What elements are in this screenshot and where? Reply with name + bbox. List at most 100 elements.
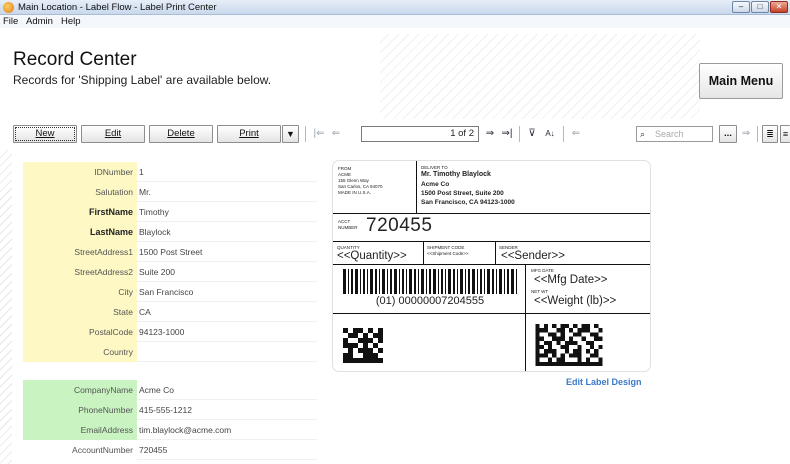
from-line: 155 Glenn Way <box>338 178 369 183</box>
mfg-value: <<Mfg Date>> <box>534 274 608 286</box>
page-title: Record Center <box>13 49 137 70</box>
field-value-postalcode[interactable]: 94123-1000 <box>137 322 317 342</box>
deliver-line: San Francisco, CA 94123-1000 <box>421 199 515 206</box>
field-value-state[interactable]: CA <box>137 302 317 322</box>
toolbar-separator <box>305 126 306 142</box>
field-value-city[interactable]: San Francisco <box>137 282 317 302</box>
from-caption: FROM <box>338 166 352 171</box>
last-record-icon[interactable]: ⇒| <box>499 125 515 143</box>
filter-icon[interactable]: ⊽ <box>525 125 539 143</box>
list-view-icon[interactable]: ≡ <box>780 125 790 143</box>
field-value-idnumber[interactable]: 1 <box>137 162 317 182</box>
field-value-lastname[interactable]: Blaylock <box>137 222 317 242</box>
field-row: FirstName Timothy <box>23 202 317 222</box>
field-label: City <box>23 282 137 302</box>
field-value-streetaddress1[interactable]: 1500 Post Street <box>137 242 317 262</box>
print-dropdown-icon[interactable]: ▼ <box>282 125 299 143</box>
close-button[interactable]: ✕ <box>770 1 788 13</box>
quantity-value: <<Quantity>> <box>337 250 407 262</box>
deliver-line: Acme Co <box>421 181 450 188</box>
field-value-phonenumber[interactable]: 415-555-1212 <box>137 400 317 420</box>
title-bar: Main Location - Label Flow - Label Print… <box>0 0 790 15</box>
menu-admin[interactable]: Admin <box>26 16 53 27</box>
field-row: AccountNumber 720455 <box>23 440 317 460</box>
main-menu-button[interactable]: Main Menu <box>699 63 783 99</box>
more-options-button[interactable]: ... <box>719 125 737 143</box>
field-label: AccountNumber <box>23 440 137 460</box>
form-view-icon[interactable]: ≣ <box>762 125 778 143</box>
field-row: EmailAddress tim.blaylock@acme.com <box>23 420 317 440</box>
2d-barcode-large <box>535 324 603 366</box>
weight-value: <<Weight (lb)>> <box>534 295 617 307</box>
barcode-text: (01) 00000007204555 <box>375 295 485 307</box>
print-button[interactable]: Print <box>217 125 281 143</box>
label-divider <box>416 161 417 213</box>
menu-file[interactable]: File <box>3 16 18 27</box>
edit-button[interactable]: Edit <box>81 125 145 143</box>
field-row: Salutation Mr. <box>23 182 317 202</box>
previous-record-icon[interactable]: ⇐ <box>329 125 343 143</box>
new-button[interactable]: New <box>13 125 77 143</box>
from-line: ACME <box>338 172 352 177</box>
print-button-label: Print <box>239 128 259 139</box>
edit-label-design-link[interactable]: Edit Label Design <box>566 377 642 387</box>
label-divider <box>333 313 650 314</box>
next-record-icon[interactable]: ⇒ <box>483 125 497 143</box>
first-record-icon[interactable]: |⇐ <box>312 125 326 143</box>
field-value-accountnumber[interactable]: 720455 <box>137 440 317 460</box>
field-value-companyname[interactable]: Acme Co <box>137 380 317 400</box>
field-value-emailaddress[interactable]: tim.blaylock@acme.com <box>137 420 317 440</box>
field-label: CompanyName <box>23 380 137 400</box>
field-row: City San Francisco <box>23 282 317 302</box>
field-row: StreetAddress2 Suite 200 <box>23 262 317 282</box>
binoculars-icon: ⌕ <box>640 129 646 139</box>
field-row: IDNumber 1 <box>23 162 317 182</box>
search-input[interactable]: ⌕ Search <box>636 126 713 142</box>
2d-barcode-small <box>343 328 383 363</box>
field-value-streetaddress2[interactable]: Suite 200 <box>137 262 317 282</box>
label-divider <box>495 242 496 264</box>
field-value-country[interactable] <box>137 342 317 362</box>
delete-button-label: Delete <box>167 128 195 139</box>
search-next-icon[interactable]: ⇒ <box>739 125 753 143</box>
field-label: StreetAddress2 <box>23 262 137 282</box>
field-label: IDNumber <box>23 162 137 182</box>
acct-caption: ACCT <box>338 219 351 224</box>
field-label: EmailAddress <box>23 420 137 440</box>
field-row: PhoneNumber 415-555-1212 <box>23 400 317 420</box>
field-value-firstname[interactable]: Timothy <box>137 202 317 222</box>
label-divider <box>333 213 650 214</box>
header-decoration <box>380 34 700 119</box>
field-label: StreetAddress1 <box>23 242 137 262</box>
field-row: Country <box>23 342 317 362</box>
record-position-field[interactable]: 1 of 2 <box>361 126 479 142</box>
toolbar-separator <box>519 126 520 142</box>
acct-caption: NUMBER <box>338 225 358 230</box>
label-divider <box>333 264 650 265</box>
from-line: San Carlos, CA 94070 <box>338 184 383 189</box>
minimize-button[interactable]: – <box>732 1 750 13</box>
toolbar-separator <box>757 126 758 142</box>
field-label: PostalCode <box>23 322 137 342</box>
field-label: State <box>23 302 137 322</box>
field-label: Country <box>23 342 137 362</box>
maximize-button[interactable]: □ <box>751 1 769 13</box>
page-subtitle: Records for 'Shipping Label' are availab… <box>13 73 272 87</box>
search-previous-icon[interactable]: ⇐ <box>569 125 583 143</box>
search-placeholder: Search <box>655 129 684 139</box>
menu-help[interactable]: Help <box>61 16 81 27</box>
left-decoration <box>0 150 12 464</box>
field-row: CompanyName Acme Co <box>23 380 317 400</box>
edit-button-label: Edit <box>104 128 122 139</box>
toolbar-separator <box>563 126 564 142</box>
record-toolbar: New Edit Delete Print ▼ |⇐ ⇐ 1 of 2 ⇒ ⇒|… <box>13 125 790 145</box>
field-label: Salutation <box>23 182 137 202</box>
delete-button[interactable]: Delete <box>149 125 213 143</box>
field-row: LastName Blaylock <box>23 222 317 242</box>
field-value-salutation[interactable]: Mr. <box>137 182 317 202</box>
deliver-line: 1500 Post Street, Suite 200 <box>421 190 504 197</box>
label-divider <box>333 241 650 242</box>
shipment-value: <<Shipment Code>> <box>427 251 469 256</box>
sender-value: <<Sender>> <box>501 250 565 262</box>
sort-icon[interactable]: A↓ <box>543 125 557 143</box>
